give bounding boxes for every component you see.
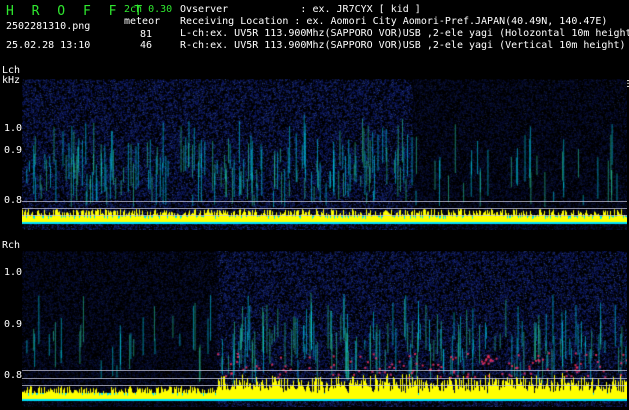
rch-ytick-2: 0.9 [4, 319, 23, 330]
rch-label: Rch [2, 240, 21, 251]
rch-ref-line-2 [22, 378, 627, 379]
lch-ref-line-1 [22, 201, 627, 202]
meteor-label: meteor [124, 16, 161, 27]
location-line: Receiving Location : ex. Aomori City Aom… [180, 16, 608, 27]
lch-config-line: L-ch:ex. UV5R 113.900Mhz(SAPPORO VOR)USB… [180, 28, 629, 39]
lch-ytick-1: 1.0 [4, 123, 23, 134]
capture-datetime: 25.02.28 13:10 [6, 40, 91, 51]
rch-ref-line-1 [22, 370, 627, 371]
rch-ytick-3: 0.8 [4, 370, 23, 381]
lch-ytick-2: 0.9 [4, 145, 23, 156]
rch-ref-line-3 [22, 385, 627, 386]
khz-label: kHz [2, 75, 21, 86]
meteor-count-lch: 81 [139, 29, 152, 40]
observer-line: Ovserver : ex. JR7CYX [ kid ] [180, 4, 421, 15]
lch-ref-line-2 [22, 208, 627, 209]
rch-config-line: R-ch:ex. UV5R 113.900Mhz(SAPPORO VOR)USB… [180, 40, 626, 51]
file-name: 2502281310.png [6, 21, 91, 32]
rch-spectrogram [22, 251, 627, 407]
version-label: 2ch 0.30 [124, 4, 173, 15]
rch-ytick-1: 1.0 [4, 267, 23, 278]
lch-ytick-3: 0.8 [4, 195, 23, 206]
lch-ref-line-3 [22, 215, 627, 216]
meteor-count-rch: 46 [139, 40, 152, 51]
